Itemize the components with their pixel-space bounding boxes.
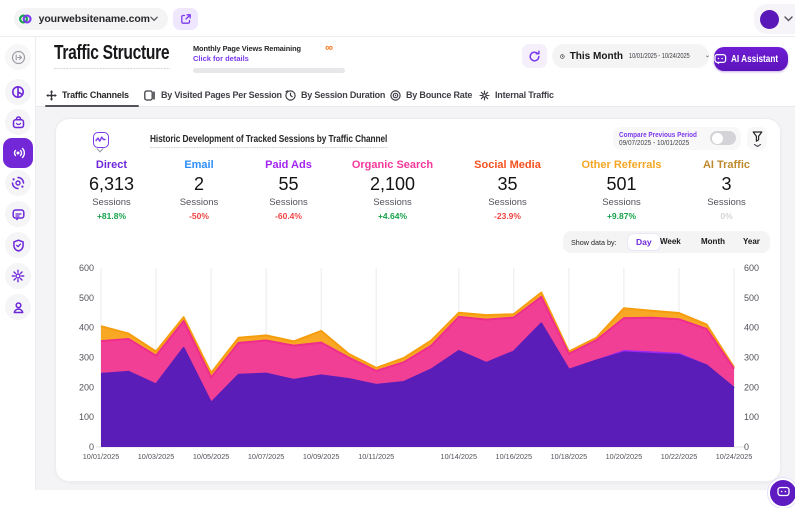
svg-text:10/20/2025: 10/20/2025 [606,452,643,461]
svg-text:0: 0 [744,442,749,452]
svg-text:10/18/2025: 10/18/2025 [551,452,588,461]
svg-text:10/03/2025: 10/03/2025 [138,452,175,461]
svg-text:600: 600 [79,263,94,273]
svg-text:10/05/2025: 10/05/2025 [193,452,230,461]
svg-text:200: 200 [79,382,94,392]
svg-text:10/07/2025: 10/07/2025 [248,452,285,461]
svg-text:10/14/2025: 10/14/2025 [441,452,478,461]
svg-text:200: 200 [744,382,759,392]
svg-text:10/09/2025: 10/09/2025 [303,452,340,461]
svg-text:10/24/2025: 10/24/2025 [716,452,753,461]
svg-text:10/01/2025: 10/01/2025 [83,452,120,461]
svg-text:300: 300 [79,353,94,363]
svg-text:600: 600 [744,263,759,273]
svg-text:100: 100 [79,412,94,422]
svg-text:500: 500 [744,293,759,303]
svg-text:10/11/2025: 10/11/2025 [358,452,394,461]
svg-text:0: 0 [89,442,94,452]
svg-text:10/22/2025: 10/22/2025 [661,452,698,461]
svg-text:300: 300 [744,353,759,363]
svg-text:500: 500 [79,293,94,303]
svg-text:400: 400 [744,323,759,333]
svg-text:10/16/2025: 10/16/2025 [496,452,533,461]
svg-text:400: 400 [79,323,94,333]
svg-text:100: 100 [744,412,759,422]
